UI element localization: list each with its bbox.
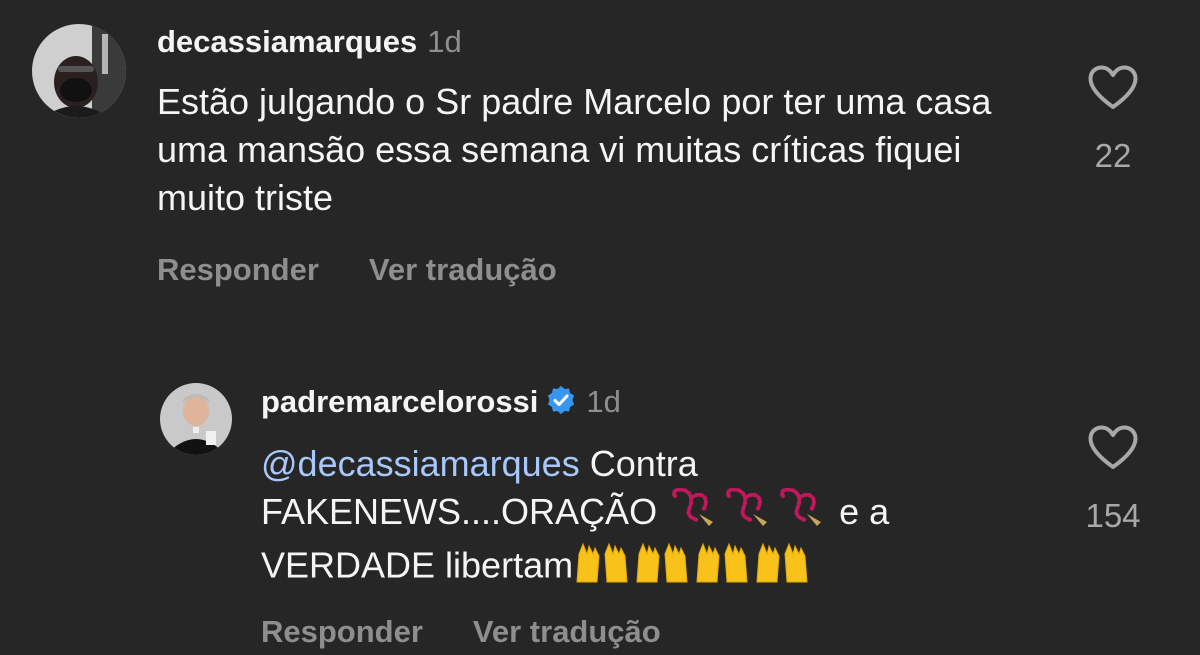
avatar[interactable] <box>32 24 126 118</box>
reply-button[interactable]: Responder <box>261 614 423 649</box>
comment-username[interactable]: padremarcelorossi 1d <box>261 384 621 423</box>
like-count: 154 <box>1085 497 1141 534</box>
comments-screen: decassiamarques 1d Estão julgando o Sr pa… <box>0 0 1200 655</box>
heart-outline-icon[interactable] <box>1087 425 1139 474</box>
mention-link[interactable]: @decassiamarques <box>261 443 580 484</box>
comment-line-3: VERDADE libertam <box>261 540 1041 596</box>
prayer-beads-emoji <box>721 488 775 540</box>
username-text[interactable]: decassiamarques <box>157 24 417 59</box>
heart-outline-icon[interactable] <box>1087 65 1139 114</box>
translate-button[interactable]: Ver tradução <box>473 614 661 649</box>
comment-username[interactable]: decassiamarques 1d <box>157 24 462 60</box>
prayer-beads-emoji <box>667 488 721 540</box>
comment-line-2-text: FAKENEWS....ORAÇÃO <box>261 491 658 532</box>
comment-line-2: FAKENEWS....ORAÇÃO e a <box>261 488 1041 540</box>
reply-button[interactable]: Responder <box>157 252 319 287</box>
like-control: 154 <box>1078 424 1148 535</box>
translate-button[interactable]: Ver tradução <box>369 252 557 287</box>
comment-text: Estão julgando o Sr padre Marcelo por te… <box>157 81 992 218</box>
username-text[interactable]: padremarcelorossi <box>261 384 538 419</box>
comment-age: 1d <box>586 384 621 419</box>
comment-text: @decassiamarques Contra FAKENEWS....ORAÇ… <box>261 440 1041 596</box>
prayer-beads-emoji <box>775 488 829 540</box>
comment-actions: Responder Ver tradução <box>261 614 711 650</box>
avatar[interactable] <box>160 383 232 455</box>
comment-line-3-text: VERDADE libertam <box>261 545 574 586</box>
comment-age: 1d <box>427 24 462 59</box>
comment-line-1-text: Contra <box>579 443 698 484</box>
comment-actions: Responder Ver tradução <box>157 252 607 288</box>
verified-badge-icon <box>546 385 576 423</box>
raising-hands-emoji <box>573 540 813 596</box>
comment-line-1: @decassiamarques Contra <box>261 440 1041 488</box>
like-control: 22 <box>1078 64 1148 175</box>
comment-line-2-end: e a <box>839 491 890 532</box>
like-count: 22 <box>1094 137 1132 174</box>
